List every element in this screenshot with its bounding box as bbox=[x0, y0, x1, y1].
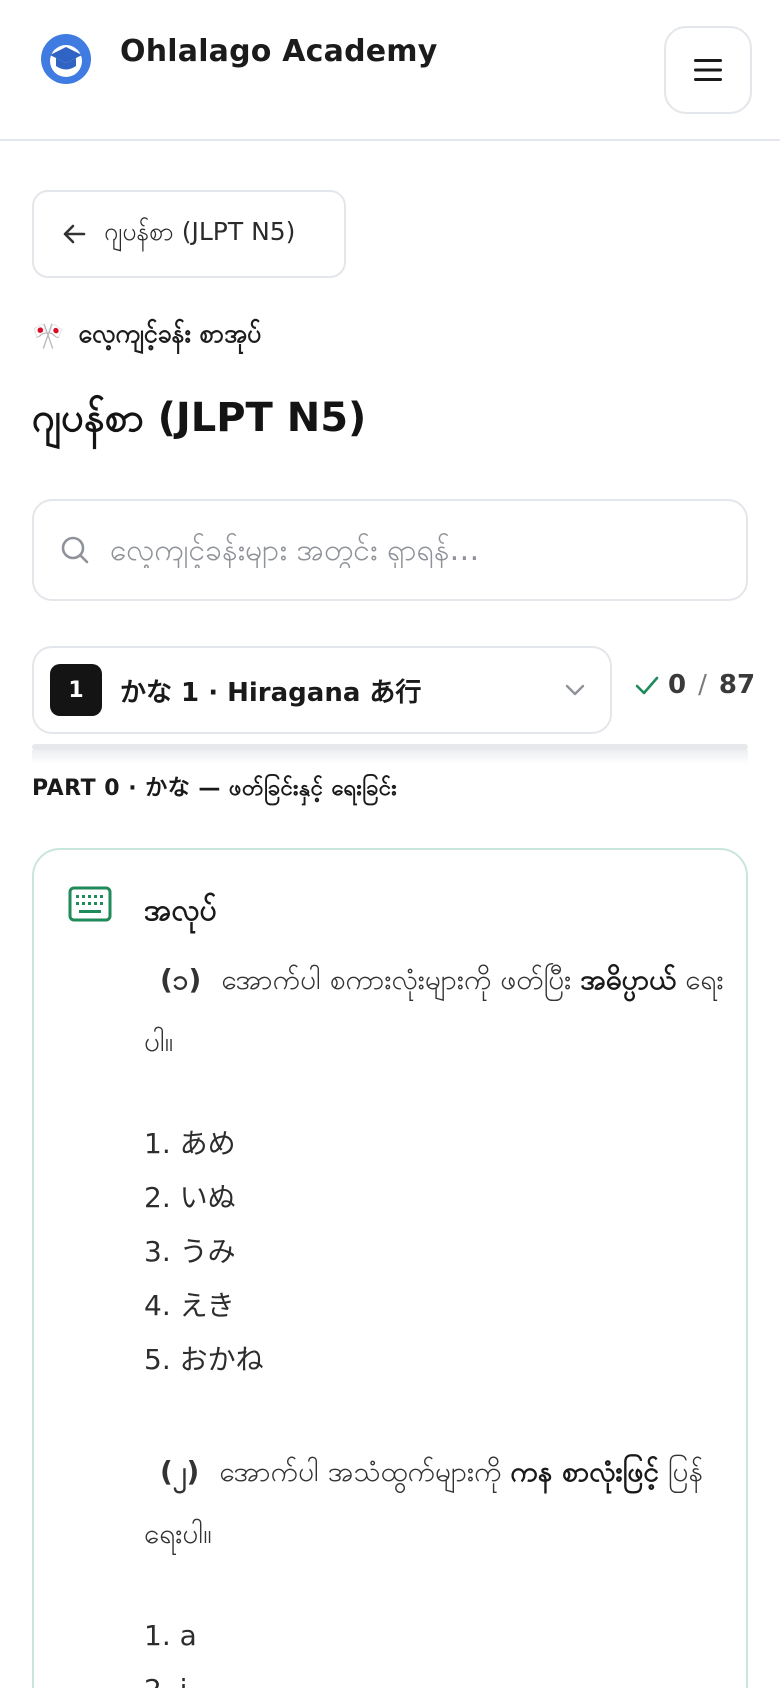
exercise-heading: အလုပ် bbox=[144, 893, 217, 928]
exercise-card: အလုပ် (၁) အောက်ပါ စကားလုံးများကို ဖတ်ပြီး… bbox=[32, 848, 748, 1688]
total-count: 87 bbox=[718, 670, 756, 700]
task-1-instruction: (၁) အောက်ပါ စကားလုံးများကို ဖတ်ပြီး အဓိပ္… bbox=[144, 949, 724, 1073]
hamburger-menu-icon bbox=[694, 59, 722, 81]
exercise-content: အလုပ် (၁) အောက်ပါ စကားလုံးများကို ဖတ်ပြီး… bbox=[144, 890, 724, 1688]
completed-count: 0 bbox=[668, 670, 687, 700]
task-1-bold: အဓိပ္ပာယ် bbox=[580, 963, 677, 996]
lesson-number-badge: 1 bbox=[50, 664, 102, 716]
list-item: 2. i bbox=[144, 1663, 724, 1688]
task-2-list: 1. a 2. i bbox=[144, 1609, 724, 1688]
task-2-bold: ကန စာလုံးဖြင့် bbox=[510, 1455, 659, 1488]
arrow-left-icon bbox=[63, 224, 86, 244]
list-item: 4. えき bbox=[144, 1289, 235, 1322]
sticky-shadow bbox=[32, 750, 748, 764]
task-1-text-before: အောက်ပါ စကားလုံးများကို ဖတ်ပြီး bbox=[221, 963, 581, 996]
graduation-cap-icon[interactable] bbox=[40, 33, 92, 85]
search-icon bbox=[61, 536, 89, 564]
task-2-instruction: (၂) အောက်ပါ အသံထွက်များကို ကန စာလုံးဖြင့်… bbox=[144, 1441, 724, 1565]
crumb-text: လေ့ကျင့်ခန်း စာအုပ် bbox=[78, 319, 262, 348]
task-1-number: (၁) bbox=[160, 963, 202, 996]
task-2-number: (၂) bbox=[160, 1455, 200, 1488]
back-button[interactable]: ဂျပန်စာ (JLPT N5) bbox=[32, 190, 346, 278]
list-item: 1. あめ bbox=[144, 1127, 236, 1160]
chevron-down-icon bbox=[565, 684, 585, 696]
back-button-label: ဂျပန်စာ (JLPT N5) bbox=[104, 216, 296, 246]
keyboard-icon bbox=[68, 886, 112, 922]
count-separator: / bbox=[698, 670, 707, 700]
list-item: 2. いぬ bbox=[144, 1181, 236, 1214]
task-1-list: 1. あめ 2. いぬ 3. うみ 4. えき 5. おかね bbox=[144, 1117, 724, 1387]
lesson-selector[interactable]: 1 かな 1 · Hiragana あ行 bbox=[32, 646, 612, 734]
list-item: 1. a bbox=[144, 1619, 197, 1652]
japan-flags-icon: 🎌 bbox=[32, 321, 65, 352]
search-input[interactable] bbox=[110, 532, 710, 568]
page-title: ဂျပန်စာ (JLPT N5) bbox=[32, 395, 367, 441]
task-2-text-before: အောက်ပါ အသံထွက်များကို bbox=[219, 1455, 511, 1488]
completion-count: 0 / 87 bbox=[634, 670, 755, 700]
menu-button[interactable] bbox=[664, 26, 752, 114]
lesson-selector-label: かな 1 · Hiragana あ行 bbox=[120, 677, 422, 708]
brand-name[interactable]: Ohlalago Academy bbox=[120, 34, 438, 69]
list-item: 5. おかね bbox=[144, 1343, 264, 1376]
part-label: PART 0 · かな — ဖတ်ခြင်းနှင့် ရေးခြင်း bbox=[32, 776, 398, 801]
page: Ohlalago Academy ဂျပန်စာ (JLPT N5) 🎌 လေ့… bbox=[0, 0, 780, 1688]
check-icon bbox=[635, 676, 659, 695]
section-crumb: 🎌 လေ့ကျင့်ခန်း စာအုပ် bbox=[32, 318, 261, 355]
search-box[interactable] bbox=[32, 499, 748, 601]
app-header: Ohlalago Academy bbox=[0, 0, 780, 141]
list-item: 3. うみ bbox=[144, 1235, 236, 1268]
